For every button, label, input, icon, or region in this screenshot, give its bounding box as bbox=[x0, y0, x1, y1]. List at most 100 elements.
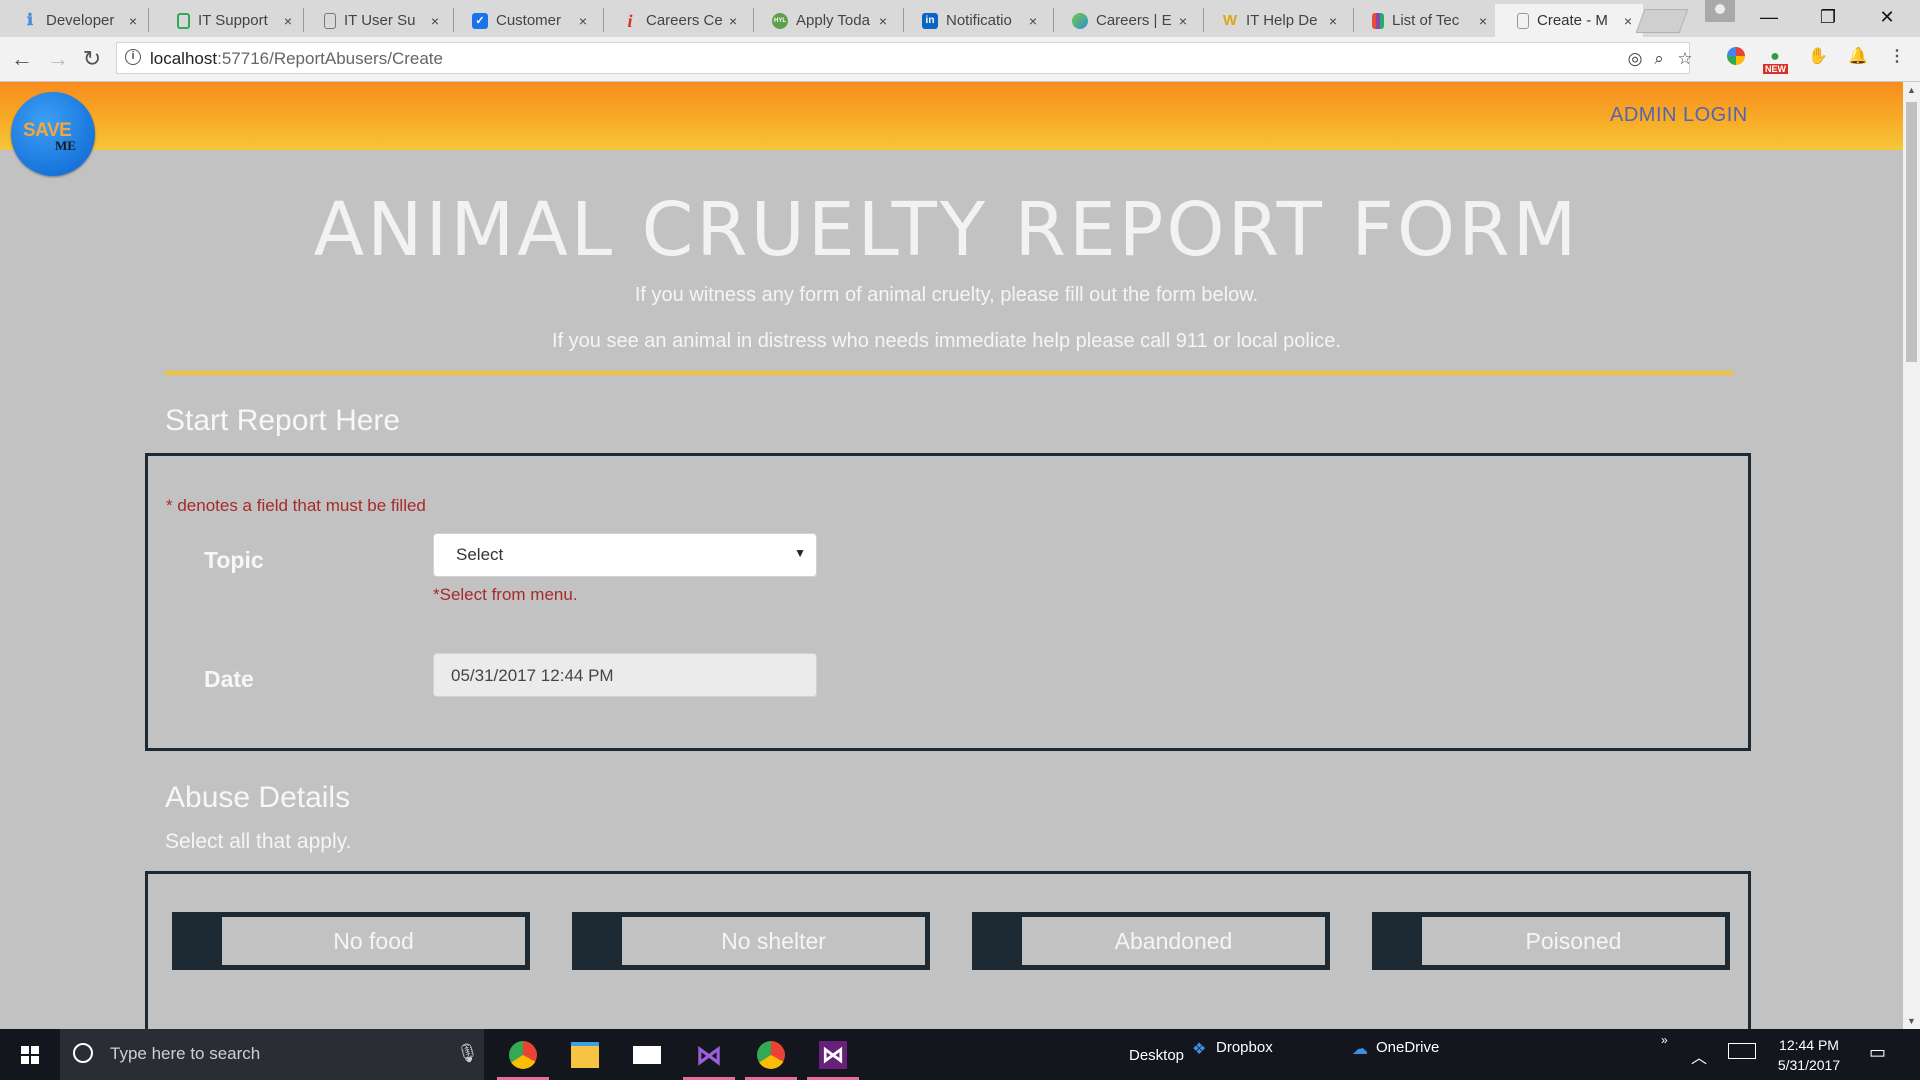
profile-button[interactable] bbox=[1705, 0, 1735, 22]
taskbar-search[interactable]: Type here to search 🎙 bbox=[60, 1029, 484, 1080]
color-wheel-extension-icon[interactable] bbox=[1727, 47, 1745, 65]
taskbar-visual-studio-1[interactable]: ⋈ bbox=[679, 1029, 739, 1080]
browser-tab-2[interactable]: IT Support × bbox=[155, 4, 303, 37]
onedrive-label[interactable]: OneDrive bbox=[1376, 1039, 1439, 1056]
abuse-option-label: Poisoned bbox=[1422, 917, 1725, 965]
tab-label: List of Tec bbox=[1392, 12, 1460, 29]
zoom-icon[interactable]: ⌕ bbox=[1649, 49, 1669, 69]
topic-select-value: Select bbox=[456, 545, 504, 564]
site-header: ADMIN LOGIN bbox=[0, 82, 1903, 150]
page-scrollbar[interactable]: ▲ ▼ bbox=[1903, 82, 1920, 1029]
url-path: :57716/ReportAbusers/Create bbox=[217, 49, 443, 68]
dropbox-icon: ❖ bbox=[1192, 1041, 1207, 1058]
tab-close-icon[interactable]: × bbox=[126, 13, 140, 29]
abuse-option-poisoned[interactable]: Poisoned bbox=[1372, 912, 1730, 970]
w-icon: W bbox=[1222, 11, 1238, 29]
abuse-option-label: Abandoned bbox=[1022, 917, 1325, 965]
tab-close-icon[interactable]: × bbox=[576, 13, 590, 29]
page-icon bbox=[1517, 12, 1529, 29]
bell-extension-icon[interactable]: 🔔 bbox=[1848, 47, 1868, 67]
taskbar-file-explorer[interactable] bbox=[555, 1029, 615, 1080]
cortana-circle-icon bbox=[73, 1043, 93, 1063]
site-info-icon[interactable]: i bbox=[125, 49, 141, 65]
abuse-option-label: No food bbox=[222, 917, 525, 965]
folder-icon bbox=[571, 1041, 599, 1068]
dropbox-label[interactable]: Dropbox bbox=[1216, 1039, 1273, 1056]
taskbar-chrome-2[interactable] bbox=[741, 1029, 801, 1080]
taskbar-mail[interactable] bbox=[617, 1029, 677, 1080]
location-target-icon[interactable]: ◎ bbox=[1625, 49, 1645, 69]
tab-close-icon[interactable]: × bbox=[876, 13, 890, 29]
bookmark-star-icon[interactable]: ☆ bbox=[1675, 49, 1695, 69]
hand-extension-icon[interactable]: ✋ bbox=[1808, 47, 1828, 67]
close-window-button[interactable]: ✕ bbox=[1864, 0, 1910, 36]
abuse-option-no-shelter[interactable]: No shelter bbox=[572, 912, 930, 970]
tab-close-icon[interactable]: × bbox=[1621, 13, 1635, 29]
browser-tab-5[interactable]: i Careers Ce × bbox=[600, 4, 748, 37]
tab-label: Apply Toda bbox=[796, 12, 870, 29]
date-field[interactable]: 05/31/2017 12:44 PM bbox=[433, 653, 817, 697]
checkbox-icon: ✓ bbox=[472, 12, 488, 29]
tray-chevron-up-icon[interactable]: ︿ bbox=[1691, 1044, 1707, 1068]
web-page: ADMIN LOGIN SAVE ME ANIMAL CRUELTY REPOR… bbox=[0, 82, 1903, 1029]
chrome-icon bbox=[509, 1040, 537, 1069]
taskbar-clock[interactable]: 12:44 PM 5/31/2017 bbox=[1773, 1035, 1845, 1075]
url-text: localhost:57716/ReportAbusers/Create bbox=[150, 49, 443, 69]
tab-label: Customer bbox=[496, 12, 562, 29]
browser-tab-10[interactable]: List of Tec × bbox=[1350, 4, 1498, 37]
admin-login-link[interactable]: ADMIN LOGIN bbox=[1610, 104, 1748, 127]
minimize-button[interactable]: — bbox=[1746, 0, 1792, 36]
reload-button[interactable]: ↻ bbox=[78, 45, 106, 73]
date-label: Date bbox=[204, 666, 254, 692]
toolbar-overflow-icon[interactable]: » bbox=[1661, 1033, 1668, 1047]
tab-label: IT Support bbox=[198, 12, 268, 29]
address-bar[interactable]: i localhost:57716/ReportAbusers/Create ◎… bbox=[116, 42, 1693, 74]
action-center-icon[interactable]: ▭ bbox=[1869, 1042, 1886, 1063]
desktop-toolbar-label[interactable]: Desktop bbox=[1129, 1047, 1184, 1064]
browser-tab-7[interactable]: in Notificatio × bbox=[900, 4, 1048, 37]
tab-close-icon[interactable]: × bbox=[726, 13, 740, 29]
new-tab-button[interactable] bbox=[1635, 9, 1689, 33]
globe-icon bbox=[1072, 12, 1088, 29]
scrollbar-thumb[interactable] bbox=[1906, 102, 1917, 362]
browser-tab-3[interactable]: IT User Su × bbox=[302, 4, 450, 37]
tab-close-icon[interactable]: × bbox=[1176, 13, 1190, 29]
abuse-details-subtext: Select all that apply. bbox=[165, 830, 352, 853]
restore-button[interactable]: ❐ bbox=[1805, 0, 1851, 36]
dropdown-arrow-icon: ▼ bbox=[794, 546, 806, 560]
tab-close-icon[interactable]: × bbox=[281, 13, 295, 29]
browser-tab-9[interactable]: W IT Help De × bbox=[1200, 4, 1348, 37]
browser-toolbar: ← → ↻ i localhost:57716/ReportAbusers/Cr… bbox=[0, 37, 1920, 82]
browser-tab-active[interactable]: Create - M × bbox=[1495, 4, 1643, 37]
tab-label: Notificatio bbox=[946, 12, 1012, 29]
topic-select[interactable]: Select ▼ bbox=[433, 533, 817, 577]
clock-time: 12:44 PM bbox=[1779, 1037, 1839, 1053]
windows-taskbar: Type here to search 🎙 ⋈ ⋈ Desktop ❖ Drop… bbox=[0, 1029, 1920, 1080]
tab-close-icon[interactable]: × bbox=[1026, 13, 1040, 29]
tab-close-icon[interactable]: × bbox=[1326, 13, 1340, 29]
abuse-option-abandoned[interactable]: Abandoned bbox=[972, 912, 1330, 970]
back-button[interactable]: ← bbox=[8, 45, 36, 73]
keyboard-icon[interactable] bbox=[1728, 1043, 1756, 1059]
tab-close-icon[interactable]: × bbox=[1476, 13, 1490, 29]
browser-tab-4[interactable]: ✓ Customer × bbox=[450, 4, 598, 37]
microphone-icon[interactable]: 🎙 bbox=[456, 1043, 479, 1064]
start-button[interactable] bbox=[0, 1029, 60, 1080]
forward-button[interactable]: → bbox=[44, 45, 72, 73]
tab-close-icon[interactable]: × bbox=[428, 13, 442, 29]
browser-tab-1[interactable]: ℹ Developer × bbox=[0, 4, 148, 37]
abuse-option-no-food[interactable]: No food bbox=[172, 912, 530, 970]
scroll-up-arrow-icon[interactable]: ▲ bbox=[1903, 82, 1920, 98]
scroll-down-arrow-icon[interactable]: ▼ bbox=[1903, 1013, 1920, 1029]
browser-tab-8[interactable]: Careers | E × bbox=[1050, 4, 1198, 37]
start-report-heading: Start Report Here bbox=[165, 404, 401, 437]
menu-kebab-icon[interactable]: ⋮ bbox=[1887, 47, 1907, 67]
tab-separator bbox=[148, 8, 149, 32]
doc-icon bbox=[324, 12, 336, 29]
abuse-options-panel: No food No shelter Abandoned Poisoned bbox=[145, 871, 1751, 1029]
report-panel: * denotes a field that must be filled To… bbox=[145, 453, 1751, 751]
taskbar-chrome-1[interactable] bbox=[493, 1029, 553, 1080]
taskbar-visual-studio-2[interactable]: ⋈ bbox=[803, 1029, 863, 1080]
site-logo[interactable]: SAVE ME bbox=[11, 92, 95, 176]
browser-tab-6[interactable]: HYL Apply Toda × bbox=[750, 4, 898, 37]
